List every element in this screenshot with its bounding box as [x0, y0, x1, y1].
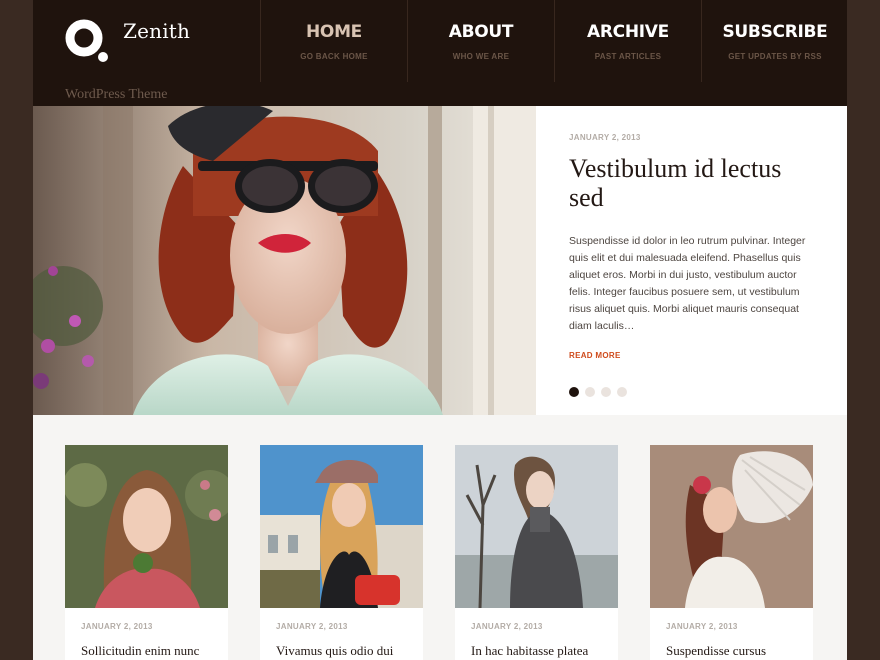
nav-item-label: HOME	[305, 22, 362, 42]
slider-dot-1[interactable]	[569, 387, 579, 397]
nav-item-label: ARCHIVE	[587, 22, 669, 42]
post-title[interactable]: Sollicitudin enim nunc	[65, 631, 228, 659]
site-header: Zenith WordPress Theme HOME GO BACK HOME…	[33, 0, 847, 106]
read-more-link[interactable]: READ MORE	[569, 351, 621, 360]
featured-post-title[interactable]: Vestibulum id lectus sed	[569, 154, 815, 212]
nav-item-subtitle: WHO WE ARE	[452, 52, 510, 61]
nav-item-subscribe[interactable]: SUBSCRIBE GET UPDATES BY RSS	[701, 0, 847, 82]
site-title[interactable]: Zenith	[123, 19, 190, 43]
nav-item-archive[interactable]: ARCHIVE PAST ARTICLES	[554, 0, 701, 82]
nav-item-about[interactable]: ABOUT WHO WE ARE	[407, 0, 554, 82]
post-thumbnail[interactable]	[65, 445, 228, 608]
post-date: JANUARY 2, 2013	[276, 622, 348, 631]
post-card[interactable]: JANUARY 2, 2013 Suspendisse cursus	[650, 445, 813, 660]
post-thumbnail[interactable]	[650, 445, 813, 608]
slider-dot-4[interactable]	[617, 387, 627, 397]
slider-dot-2[interactable]	[585, 387, 595, 397]
hero-photo-illustration	[33, 106, 536, 415]
nav-item-label: SUBSCRIBE	[722, 22, 828, 42]
post-title[interactable]: In hac habitasse platea	[455, 631, 618, 659]
nav-item-label: ABOUT	[448, 22, 514, 42]
ring-dot-logo-icon[interactable]	[65, 19, 109, 63]
featured-post-excerpt: Suspendisse id dolor in leo rutrum pulvi…	[569, 235, 806, 333]
nav-item-subtitle: GO BACK HOME	[300, 52, 368, 61]
nav-item-subtitle: GET UPDATES BY RSS	[728, 52, 822, 61]
main-nav: HOME GO BACK HOME ABOUT WHO WE ARE ARCHI…	[260, 0, 847, 82]
featured-post-panel: JANUARY 2, 2013 Vestibulum id lectus sed…	[536, 106, 847, 415]
hero-image[interactable]	[33, 106, 536, 415]
post-title[interactable]: Vivamus quis odio dui	[260, 631, 423, 659]
post-thumbnail[interactable]	[455, 445, 618, 608]
post-card[interactable]: JANUARY 2, 2013 Vivamus quis odio dui	[260, 445, 423, 660]
post-thumbnail[interactable]	[260, 445, 423, 608]
post-card[interactable]: JANUARY 2, 2013 In hac habitasse platea	[455, 445, 618, 660]
post-title[interactable]: Suspendisse cursus	[650, 631, 813, 659]
post-date: JANUARY 2, 2013	[471, 622, 543, 631]
post-grid: JANUARY 2, 2013 Sollicitudin enim nunc J…	[65, 445, 813, 660]
post-date: JANUARY 2, 2013	[666, 622, 738, 631]
slider-dot-3[interactable]	[601, 387, 611, 397]
site-tagline: WordPress Theme	[65, 87, 168, 102]
page: Zenith WordPress Theme HOME GO BACK HOME…	[33, 0, 847, 660]
nav-item-subtitle: PAST ARTICLES	[594, 52, 662, 61]
post-date: JANUARY 2, 2013	[569, 133, 641, 142]
post-date: JANUARY 2, 2013	[81, 622, 153, 631]
nav-item-home[interactable]: HOME GO BACK HOME	[260, 0, 407, 82]
slider-pagination	[569, 387, 627, 397]
post-card[interactable]: JANUARY 2, 2013 Sollicitudin enim nunc	[65, 445, 228, 660]
